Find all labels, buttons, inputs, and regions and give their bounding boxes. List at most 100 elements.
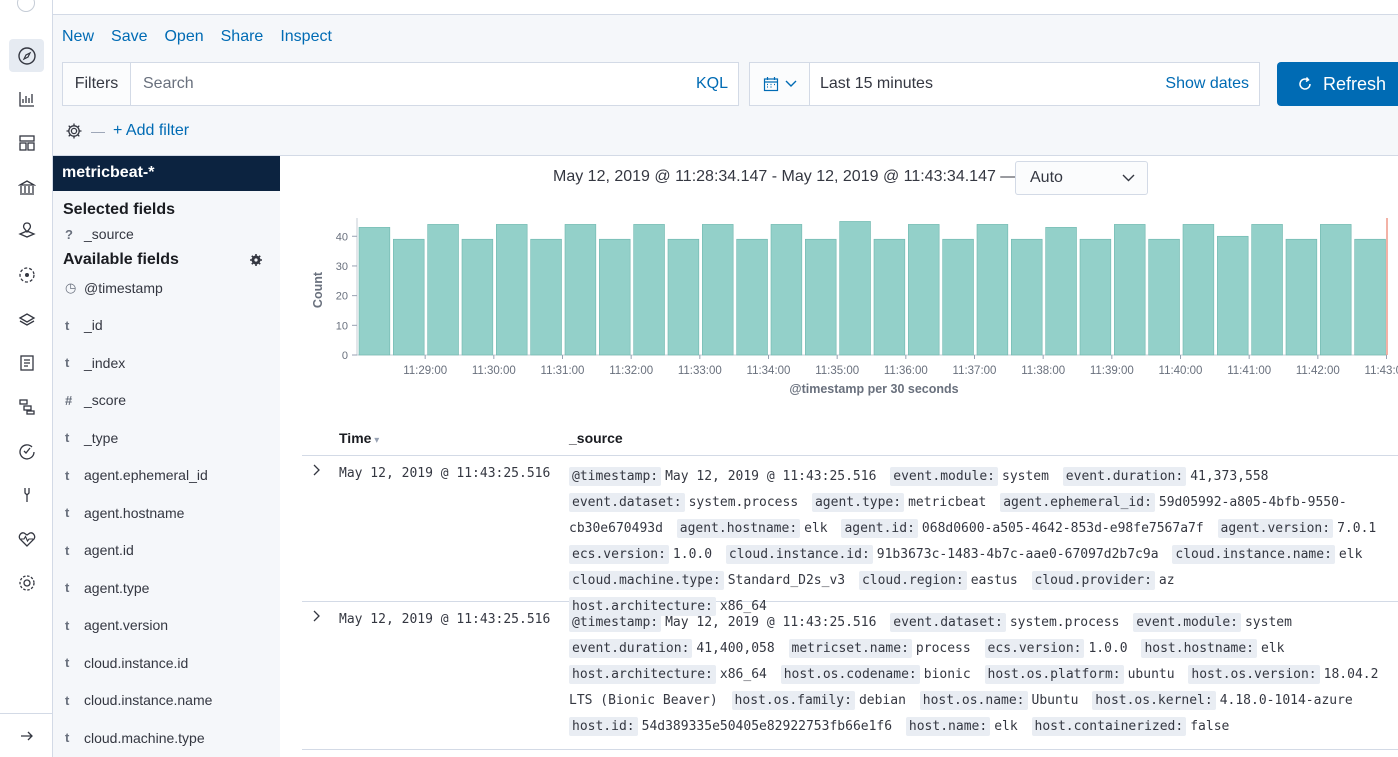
management-icon[interactable] [9,566,44,599]
histogram-bar[interactable] [702,224,734,356]
histogram-bar[interactable] [805,238,837,356]
kql-toggle[interactable]: KQL [696,75,738,93]
share-button[interactable]: Share [221,28,264,46]
main-panel: May 12, 2019 @ 11:28:34.147 - May 12, 20… [280,156,1398,757]
histogram-bar[interactable] [1182,224,1215,356]
field-item[interactable]: t agent.type [53,569,280,607]
histogram-bar[interactable] [873,238,906,356]
ml-icon[interactable] [9,258,44,291]
devtools-icon[interactable] [9,478,44,511]
histogram-bar[interactable] [1217,235,1249,356]
expand-row-icon[interactable] [312,464,322,479]
field-item[interactable]: t cloud.instance.name [53,682,280,720]
field-item[interactable]: ? _source [53,219,280,249]
field-name: cloud.instance.name [84,692,213,709]
source-field-value: metricbeat [908,495,987,510]
field-name: _type [84,429,119,446]
field-item[interactable]: t agent.version [53,607,280,645]
maps-icon[interactable] [9,213,44,246]
histogram-bar[interactable] [1251,224,1283,356]
field-settings-gear-icon[interactable] [250,254,262,266]
field-item[interactable]: t cloud.machine.type [53,719,280,757]
time-column-header[interactable]: Time ▾ [339,430,379,446]
logs-icon[interactable] [9,346,44,379]
histogram-bar[interactable] [461,238,494,356]
expand-nav-icon[interactable] [0,713,53,757]
field-item[interactable]: t _type [53,419,280,457]
field-item[interactable]: t agent.ephemeral_id [53,457,280,495]
histogram-bar[interactable] [1045,227,1077,356]
x-tick-label: 11:41:00 [1227,365,1271,377]
histogram-bar[interactable] [976,224,1009,356]
histogram-bar[interactable] [393,238,425,356]
source-field-key: agent.id: [841,519,918,538]
histogram-bar[interactable] [839,221,871,356]
expand-row-icon[interactable] [312,610,322,625]
filters-label[interactable]: Filters [63,63,131,105]
source-field-key: @timestamp: [569,467,662,486]
histogram-bar[interactable] [1148,238,1180,356]
source-field-key: agent.version: [1217,519,1334,538]
histogram-bar[interactable] [427,224,459,356]
source-field-value: 54d389335e50405e82922753fb66e1f6 [641,719,893,734]
infrastructure-icon[interactable] [9,302,44,335]
date-picker: Last 15 minutes Show dates [749,62,1260,106]
query-bar: Filters Search KQL [62,62,739,106]
histogram-bar[interactable] [1320,224,1352,356]
source-field-key: agent.ephemeral_id: [1000,493,1155,512]
field-item[interactable]: t agent.id [53,532,280,570]
field-item[interactable]: t _index [53,344,280,382]
histogram-bar[interactable] [1079,238,1112,356]
field-item[interactable]: t cloud.instance.id [53,644,280,682]
dashboard-icon[interactable] [9,126,44,159]
histogram-bar[interactable] [358,227,391,356]
histogram-bar[interactable] [530,238,562,356]
histogram-bar[interactable] [736,238,768,356]
table-row[interactable]: May 12, 2019 @ 11:43:25.516 @timestamp: Ma… [302,602,1398,750]
index-pattern-selector[interactable]: metricbeat-* [53,156,280,191]
histogram-bar[interactable] [1114,224,1146,356]
apm-icon[interactable] [9,390,44,423]
histogram-bar[interactable] [564,224,597,356]
histogram-bar[interactable] [633,224,665,356]
visualize-icon[interactable] [9,82,44,115]
field-name: agent.version [84,617,169,634]
interval-select[interactable]: Auto [1015,161,1148,195]
refresh-button[interactable]: Refresh [1277,62,1398,106]
field-item[interactable]: t agent.hostname [53,494,280,532]
table-row[interactable]: May 12, 2019 @ 11:43:25.516 @timestamp: Ma… [302,456,1398,616]
monitoring-icon[interactable] [9,522,44,555]
histogram-bar[interactable] [667,238,700,356]
histogram-bar[interactable] [1011,238,1043,356]
histogram-bar[interactable] [1285,238,1318,356]
open-button[interactable]: Open [164,28,203,46]
discover-icon[interactable] [9,39,44,72]
histogram-bar[interactable] [599,238,631,356]
canvas-icon[interactable] [9,170,44,203]
field-item[interactable]: # _score [53,382,280,420]
field-item[interactable]: ◷ @timestamp [53,269,280,307]
histogram-bar[interactable] [908,224,940,356]
field-type-icon: t [65,692,70,708]
time-range[interactable]: Last 15 minutes [810,75,1165,93]
field-type-icon: ◷ [65,279,77,295]
save-button[interactable]: Save [111,28,147,46]
histogram-bar[interactable] [942,238,974,356]
source-field-key: ecs.version: [569,545,669,564]
search-input[interactable]: Search [131,75,696,93]
histogram-chart: 0 10 20 30 40 11:29:00 11:30:00 11:31:00 11:32:0… [311,218,1398,396]
add-filter-button[interactable]: + Add filter [113,122,189,140]
kibana-logo-icon[interactable] [17,0,35,12]
histogram-bar[interactable] [496,224,528,356]
histogram-bar[interactable] [770,224,803,356]
row-source: @timestamp: May 12, 2019 @ 11:43:25.516 e… [569,464,1389,620]
histogram-bar[interactable] [1354,238,1386,356]
quick-select-button[interactable] [750,63,810,105]
field-item[interactable]: t _id [53,307,280,345]
show-dates-button[interactable]: Show dates [1165,75,1259,93]
nav-rail [0,0,53,757]
inspect-button[interactable]: Inspect [280,28,332,46]
uptime-icon[interactable] [9,434,44,467]
gear-icon[interactable] [65,122,83,140]
new-button[interactable]: New [62,28,94,46]
